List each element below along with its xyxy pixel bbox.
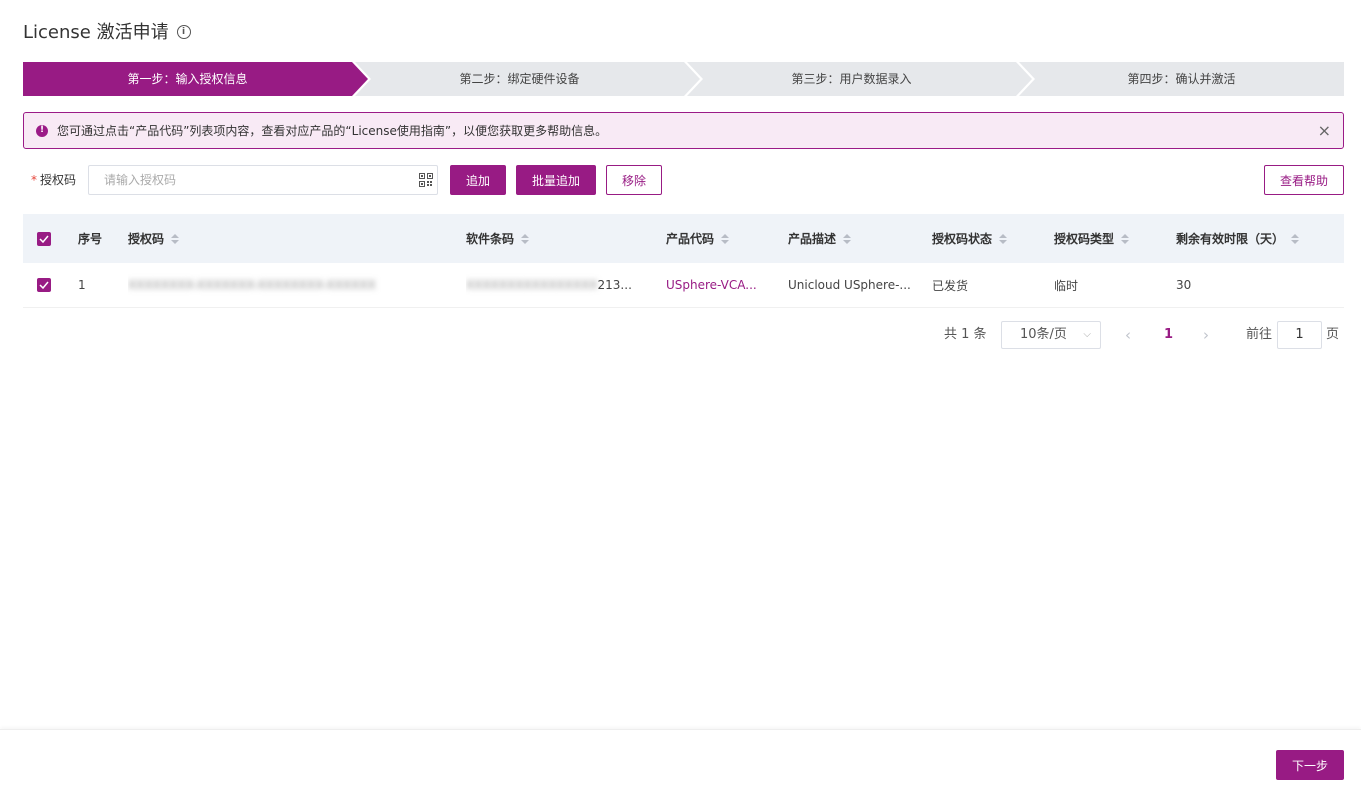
auth-code-label: * 授权码 bbox=[31, 165, 76, 195]
header-product-code[interactable]: 产品代码 bbox=[666, 214, 730, 263]
step-1-label: 第一步：输入授权信息 bbox=[127, 72, 248, 86]
cell-auth-type: 临时 bbox=[1054, 278, 1079, 293]
exclamation-circle-icon: ! bbox=[36, 124, 48, 137]
software-barcode-visible: 213... bbox=[597, 278, 632, 292]
header-auth-code-label: 授权码 bbox=[128, 232, 165, 246]
auth-code-input-wrapper bbox=[88, 165, 438, 195]
header-remaining-days[interactable]: 剩余有效时限（天） bbox=[1176, 214, 1300, 263]
page-number-current[interactable]: 1 bbox=[1164, 321, 1173, 349]
auth-code-form: *授权码 追加 批量追加 移除 查看帮助 bbox=[23, 165, 1344, 195]
header-index: 序号 bbox=[78, 232, 103, 246]
step-3-label: 第三步：用户数据录入 bbox=[791, 72, 912, 86]
add-button[interactable]: 追加 bbox=[450, 165, 506, 195]
remove-button[interactable]: 移除 bbox=[606, 165, 662, 195]
sort-icon[interactable] bbox=[1121, 233, 1130, 244]
software-barcode-redacted: XXXXXXXXXXXXXXXX bbox=[466, 278, 598, 292]
header-auth-type[interactable]: 授权码类型 bbox=[1054, 214, 1130, 263]
auth-code-table: 序号 授权码 软件条码 产品代码 产品描述 授权码状态 授权码类型 剩余有效时限… bbox=[23, 214, 1344, 308]
sort-icon[interactable] bbox=[1291, 233, 1300, 244]
goto-label: 前往 bbox=[1246, 327, 1273, 342]
sort-icon[interactable] bbox=[843, 233, 852, 244]
qr-code-icon[interactable] bbox=[419, 173, 433, 187]
prev-page-icon[interactable]: ‹ bbox=[1125, 321, 1131, 349]
row-checkbox-cell bbox=[37, 263, 51, 307]
header-product-desc-label: 产品描述 bbox=[788, 232, 837, 246]
alert-text: 您可通过点击“产品代码”列表项内容，查看对应产品的“License使用指南”，以… bbox=[57, 124, 608, 138]
sort-icon[interactable] bbox=[521, 233, 530, 244]
sort-icon[interactable] bbox=[999, 233, 1008, 244]
header-product-desc[interactable]: 产品描述 bbox=[788, 214, 852, 263]
header-auth-code[interactable]: 授权码 bbox=[128, 214, 180, 263]
chevron-down-icon: ⌵ bbox=[1083, 329, 1091, 340]
page-size-select[interactable]: 10条/页 ⌵ bbox=[1001, 321, 1101, 349]
cell-software-barcode: XXXXXXXXXXXXXXXX 213... bbox=[466, 263, 656, 307]
header-auth-status[interactable]: 授权码状态 bbox=[932, 214, 1008, 263]
info-alert: ! 您可通过点击“产品代码”列表项内容，查看对应产品的“License使用指南”… bbox=[23, 112, 1344, 149]
header-software-barcode[interactable]: 软件条码 bbox=[466, 214, 530, 263]
batch-add-button[interactable]: 批量追加 bbox=[516, 165, 596, 195]
auth-code-label-text: 授权码 bbox=[40, 173, 77, 187]
page-size-value: 10条/页 bbox=[1020, 327, 1067, 342]
auth-code-redacted: XXXXXXXX-XXXXXXX-XXXXXXXX-XXXXXX bbox=[128, 278, 376, 292]
check-icon bbox=[39, 281, 49, 289]
info-circle-icon[interactable]: i bbox=[176, 25, 191, 39]
row-checkbox[interactable] bbox=[37, 278, 51, 292]
step-4-label: 第四步：确认并激活 bbox=[1127, 72, 1236, 86]
next-step-button[interactable]: 下一步 bbox=[1276, 750, 1344, 780]
page-title: License 激活申请 bbox=[23, 22, 169, 43]
view-help-button[interactable]: 查看帮助 bbox=[1264, 165, 1344, 195]
required-mark: * bbox=[31, 173, 37, 187]
cell-auth-status: 已发货 bbox=[932, 278, 969, 293]
sort-icon[interactable] bbox=[171, 233, 180, 244]
close-icon[interactable]: × bbox=[1318, 122, 1331, 139]
page-unit-label: 页 bbox=[1326, 327, 1340, 342]
table-row[interactable]: 1 XXXXXXXX-XXXXXXX-XXXXXXXX-XXXXXX XXXXX… bbox=[23, 263, 1344, 308]
select-all-checkbox[interactable] bbox=[37, 231, 51, 246]
select-all-checkbox-cell bbox=[37, 214, 51, 263]
total-count: 共 1 条 bbox=[944, 327, 987, 342]
cell-auth-code: XXXXXXXX-XXXXXXX-XXXXXXXX-XXXXXX bbox=[128, 263, 448, 307]
header-product-code-label: 产品代码 bbox=[666, 232, 715, 246]
cell-product-desc: Unicloud USphere-... bbox=[788, 278, 911, 292]
check-icon bbox=[39, 235, 49, 243]
pagination: 共 1 条 10条/页 ⌵ ‹ 1 › 前往 1 页 bbox=[0, 321, 1361, 349]
header-auth-type-label: 授权码类型 bbox=[1054, 232, 1115, 246]
header-auth-status-label: 授权码状态 bbox=[932, 232, 993, 246]
footer-bar: 下一步 bbox=[0, 729, 1361, 801]
next-page-icon[interactable]: › bbox=[1203, 321, 1209, 349]
table-header: 序号 授权码 软件条码 产品代码 产品描述 授权码状态 授权码类型 剩余有效时限… bbox=[23, 214, 1344, 263]
cell-product-code-link[interactable]: USphere-VCA... bbox=[666, 263, 757, 307]
goto-page-input[interactable]: 1 bbox=[1277, 321, 1322, 349]
header-software-barcode-label: 软件条码 bbox=[466, 232, 515, 246]
step-2-label: 第二步：绑定硬件设备 bbox=[459, 72, 580, 86]
auth-code-input[interactable] bbox=[89, 166, 399, 194]
header-remaining-days-label: 剩余有效时限（天） bbox=[1176, 232, 1285, 246]
steps-bar: 第一步：输入授权信息 第二步：绑定硬件设备 第三步：用户数据录入 第四步：确认并… bbox=[23, 62, 1344, 96]
cell-remaining-days: 30 bbox=[1176, 278, 1192, 292]
cell-index: 1 bbox=[78, 278, 86, 292]
page-header: License 激活申请 i bbox=[23, 18, 191, 44]
sort-icon[interactable] bbox=[721, 233, 730, 244]
